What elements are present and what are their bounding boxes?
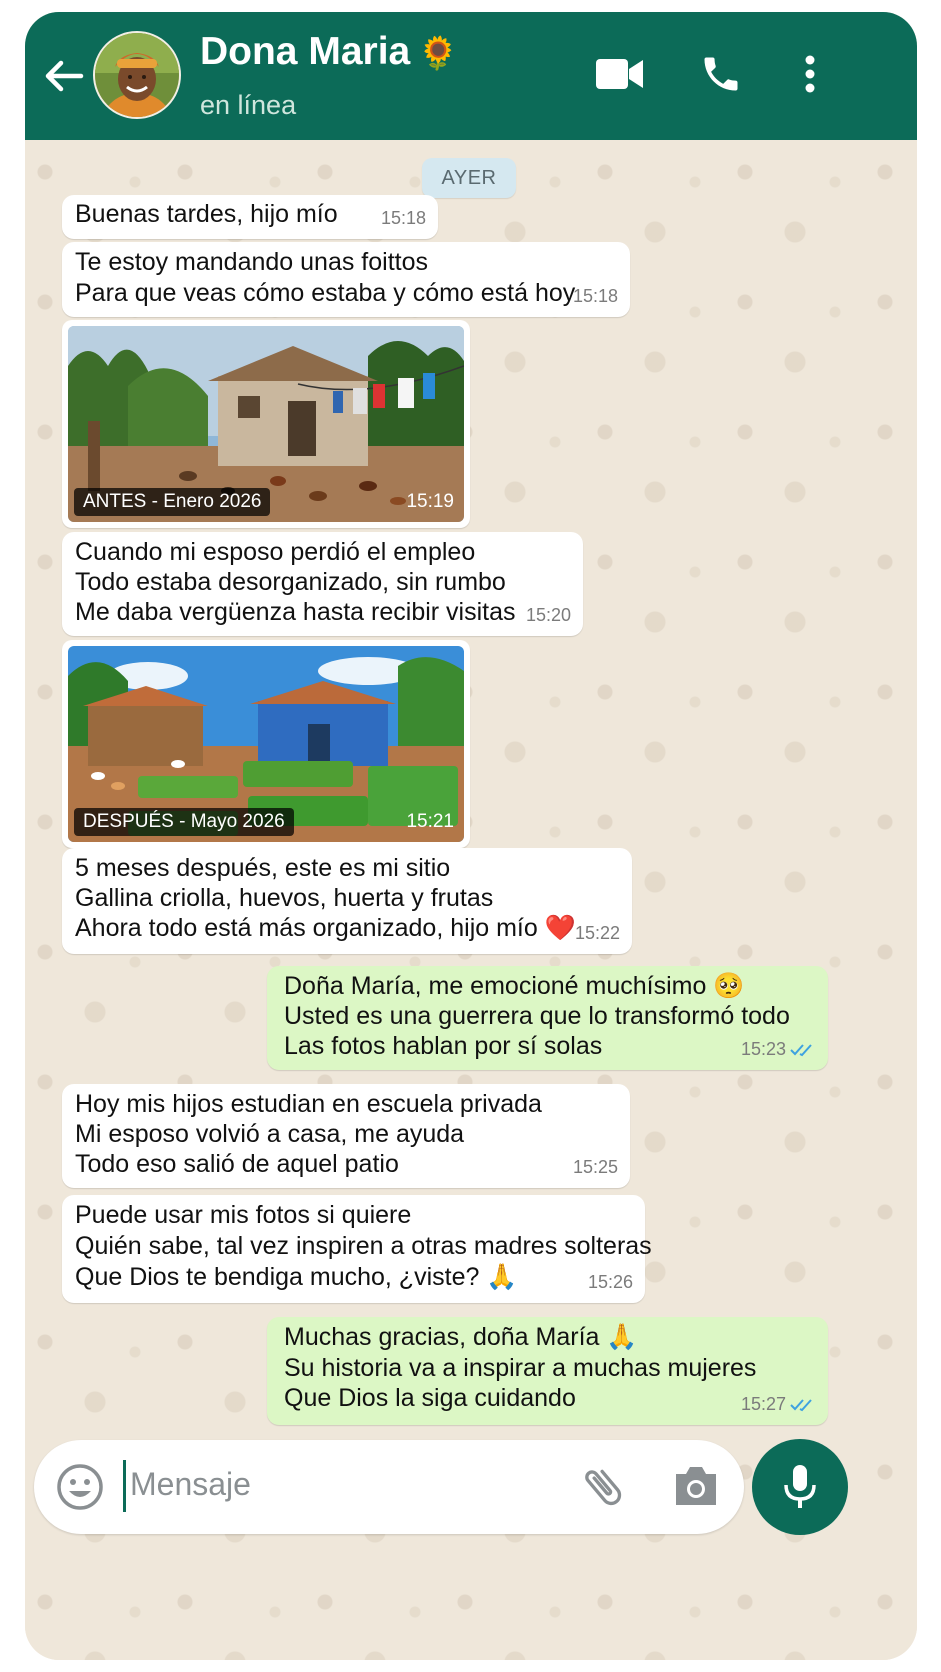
message-time: 15:21 xyxy=(406,811,454,832)
message-bubble[interactable]: Buenas tardes, hijo mío 15:18 xyxy=(62,195,438,239)
message-time: 15:19 xyxy=(406,491,454,512)
message-bubble[interactable]: Hoy mis hijos estudian en escuela privad… xyxy=(62,1084,630,1188)
message-bubble[interactable]: Puede usar mis fotos si quiere Quién sab… xyxy=(62,1195,652,1303)
message-bubble[interactable]: Te estoy mandando unas foittos Para que … xyxy=(62,242,630,317)
message-time: 15:27 xyxy=(741,1389,816,1420)
after-photo[interactable]: DESPUÉS - Mayo 2026 15:21 xyxy=(68,646,464,842)
before-photo[interactable]: ANTES - Enero 2026 15:19 xyxy=(68,326,464,522)
message-bubble[interactable]: Cuando mi esposo perdió el empleo Todo e… xyxy=(62,532,583,636)
date-badge: AYER xyxy=(422,158,516,198)
message-bubble[interactable]: 5 meses después, este es mi sitio Gallin… xyxy=(62,848,632,954)
contact-status: en línea xyxy=(200,90,297,120)
back-arrow-icon[interactable] xyxy=(41,54,85,98)
more-vert-icon[interactable] xyxy=(803,52,817,96)
attach-icon[interactable] xyxy=(578,1462,628,1512)
message-bubble-outgoing[interactable]: Muchas gracias, doña María 🙏 Su historia… xyxy=(267,1317,828,1425)
contact-name[interactable]: Dona Maria 🌻 xyxy=(200,30,458,74)
double-check-read-icon xyxy=(790,1044,812,1056)
message-bubble-outgoing[interactable]: Doña María, me emocioné muchísimo 🥺 Uste… xyxy=(267,966,828,1070)
image-message[interactable]: DESPUÉS - Mayo 2026 15:21 xyxy=(62,640,470,848)
message-time: 15:18 xyxy=(572,285,618,306)
mic-button[interactable] xyxy=(752,1439,848,1535)
message-input-bar: Mensaje xyxy=(34,1440,744,1534)
sunflower-emoji: 🌻 xyxy=(418,35,459,71)
text-cursor xyxy=(123,1460,126,1512)
mic-icon xyxy=(784,1465,816,1508)
message-input[interactable]: Mensaje xyxy=(130,1466,251,1503)
message-time: 15:25 xyxy=(572,1156,618,1177)
message-time: 15:23 xyxy=(741,1034,816,1065)
chat-header: Dona Maria 🌻 en línea xyxy=(25,12,917,140)
message-time: 15:18 xyxy=(380,207,426,228)
emoji-icon[interactable] xyxy=(56,1463,104,1511)
image-caption: DESPUÉS - Mayo 2026 xyxy=(74,808,294,836)
camera-icon[interactable] xyxy=(672,1464,720,1508)
message-time: 15:20 xyxy=(525,604,571,625)
phone-icon[interactable] xyxy=(699,52,743,96)
double-check-read-icon xyxy=(790,1399,812,1411)
message-time: 15:22 xyxy=(574,922,620,943)
message-time: 15:26 xyxy=(587,1271,633,1292)
contact-avatar[interactable] xyxy=(93,31,181,119)
phone-screen: Dona Maria 🌻 en línea AYER Buenas tardes,… xyxy=(25,12,917,1660)
image-message[interactable]: ANTES - Enero 2026 15:19 xyxy=(62,320,470,528)
video-call-icon[interactable] xyxy=(595,56,645,92)
image-caption: ANTES - Enero 2026 xyxy=(74,488,271,516)
